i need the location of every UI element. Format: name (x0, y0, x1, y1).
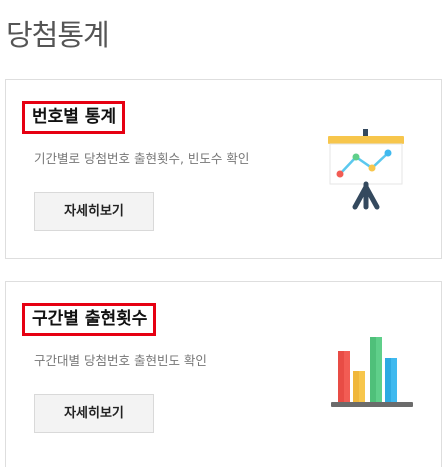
page-title: 당첨통계 (6, 18, 110, 52)
detail-button[interactable]: 자세히보기 (34, 192, 154, 231)
card-description: 구간대별 당첨번호 출현빈도 확인 (34, 353, 207, 368)
card-number-statistics: 번호별 통계 기간별로 당첨번호 출현횟수, 빈도수 확인 자세히보기 (5, 79, 442, 259)
bar-chart-icon (331, 337, 413, 407)
detail-button[interactable]: 자세히보기 (34, 394, 154, 433)
card-range-occurrences: 구간별 출현횟수 구간대별 당첨번호 출현빈도 확인 자세히보기 (5, 281, 442, 467)
card-title: 구간별 출현횟수 (22, 303, 157, 336)
card-description: 기간별로 당첨번호 출현횟수, 빈도수 확인 (34, 151, 250, 166)
presentation-chart-icon (328, 129, 404, 210)
card-title: 번호별 통계 (22, 101, 126, 134)
